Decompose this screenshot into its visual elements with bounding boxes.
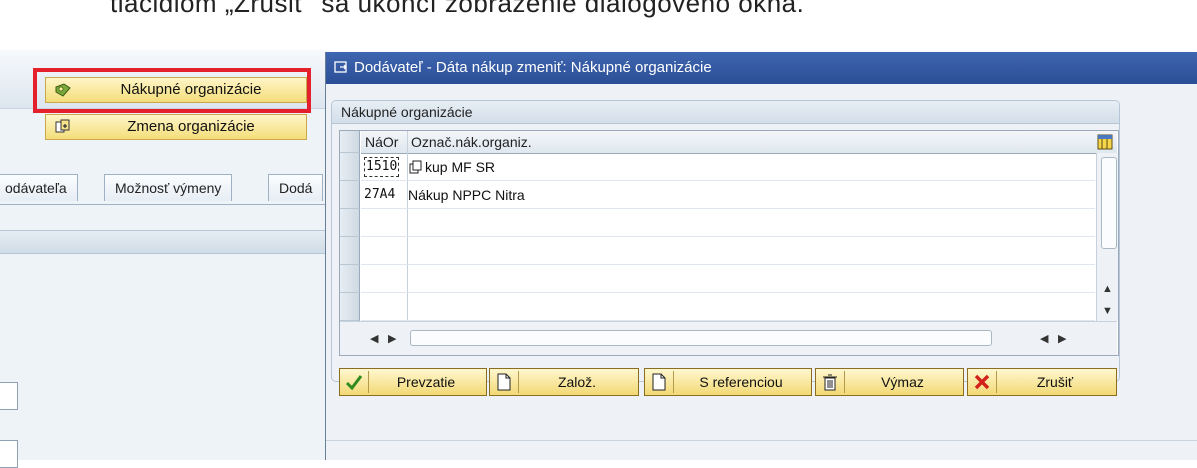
scroll-down-icon[interactable]: ▼ xyxy=(1102,305,1113,317)
scroll-right-icon[interactable]: ▶ xyxy=(388,332,396,345)
window-icon xyxy=(334,61,347,73)
scroll-left-icon[interactable]: ◀ xyxy=(370,332,378,345)
column-header-oznac[interactable]: Označ.nák.organiz. xyxy=(411,131,532,153)
trash-icon xyxy=(823,374,837,391)
instruction-caption: tlačidlom „Zrušiť“ sa ukončí zobrazenie … xyxy=(110,0,805,18)
row-selector[interactable] xyxy=(340,237,360,265)
button-separator xyxy=(844,371,845,393)
group-box-title: Nákupné organizácie xyxy=(332,101,1119,124)
table-row[interactable]: 27A4 Nákup NPPC Nitra xyxy=(361,181,1095,209)
row-selector[interactable] xyxy=(340,153,360,181)
create-button-label: Založ. xyxy=(557,374,597,390)
select-all-cell[interactable] xyxy=(340,131,360,153)
checkmark-icon xyxy=(345,375,363,391)
purchasing-org-dialog: Dodávateľ - Dáta nákup zmeniť: Nákupné o… xyxy=(325,52,1197,460)
cancel-button-label: Zrušiť xyxy=(1036,374,1074,390)
cancel-x-icon xyxy=(974,374,990,390)
delete-button-label: Výmaz xyxy=(881,374,924,390)
button-separator xyxy=(673,371,674,393)
org-table: NáOr Označ.nák.organiz. 1510 kup MF SR 2… xyxy=(339,130,1119,356)
menu-item-zmena-organizacie[interactable]: Zmena organizácie xyxy=(45,114,307,140)
table-settings-icon[interactable] xyxy=(1097,134,1113,150)
button-separator xyxy=(996,371,997,393)
cell-name[interactable]: Nákup NPPC Nitra xyxy=(408,181,525,209)
row-selector[interactable] xyxy=(340,265,360,293)
cell-code[interactable]: 1510 xyxy=(364,157,400,177)
row-selector[interactable] xyxy=(340,209,360,237)
red-highlight-box xyxy=(33,68,311,113)
scroll-right-icon[interactable]: ▶ xyxy=(1058,332,1066,345)
table-row-empty[interactable] xyxy=(361,293,1095,321)
dialog-bottom-divider xyxy=(326,440,1197,441)
accept-button[interactable]: Prevzatie xyxy=(339,368,487,396)
vertical-scroll-thumb[interactable] xyxy=(1101,157,1117,249)
row-selector[interactable] xyxy=(340,293,360,321)
scroll-up-icon[interactable]: ▲ xyxy=(1102,283,1113,295)
cancel-button[interactable]: Zrušiť xyxy=(967,368,1117,396)
scroll-left-icon[interactable]: ◀ xyxy=(1040,332,1048,345)
table-row-empty[interactable] xyxy=(361,237,1095,265)
menu-item-label: Zmena organizácie xyxy=(127,118,255,135)
create-button[interactable]: Založ. xyxy=(489,368,639,396)
tab-dodavatela[interactable]: odávateľa xyxy=(0,174,78,201)
row-selector[interactable] xyxy=(340,181,360,209)
background-input-field-2[interactable] xyxy=(0,440,18,468)
tab-dodavatel-more[interactable]: Dodá xyxy=(268,174,324,201)
with-reference-button-label: S referenciou xyxy=(699,374,783,390)
cell-name[interactable]: kup MF SR xyxy=(425,153,495,181)
delete-button[interactable]: Výmaz xyxy=(815,368,964,396)
dialog-title: Dodávateľ - Dáta nákup zmeniť: Nákupné o… xyxy=(354,59,712,76)
copy-icon xyxy=(409,160,422,174)
horizontal-scrollbar[interactable]: ◀ ▶ ◀ ▶ xyxy=(340,321,1117,355)
button-separator xyxy=(518,371,519,393)
group-box-title-text: Nákupné organizácie xyxy=(341,104,473,120)
background-input-field[interactable] xyxy=(0,382,18,410)
change-org-icon xyxy=(55,119,70,133)
dialog-title-bar[interactable]: Dodávateľ - Dáta nákup zmeniť: Nákupné o… xyxy=(326,52,1197,84)
table-header: NáOr Označ.nák.organiz. xyxy=(361,131,1117,154)
table-row-empty[interactable] xyxy=(361,265,1095,293)
cell-code[interactable]: 27A4 xyxy=(364,181,395,209)
accept-button-label: Prevzatie xyxy=(396,374,456,390)
horizontal-scroll-thumb[interactable] xyxy=(410,330,992,346)
table-row-empty[interactable] xyxy=(361,209,1095,237)
tab-moznost-vymeny[interactable]: Možnosť výmeny xyxy=(104,174,233,201)
new-document-icon xyxy=(497,373,511,391)
background-section-header xyxy=(0,230,330,254)
table-row[interactable]: 1510 kup MF SR xyxy=(361,153,1095,181)
column-header-naor[interactable]: NáOr xyxy=(365,131,398,153)
button-separator xyxy=(368,371,369,393)
with-reference-button[interactable]: S referenciou xyxy=(644,368,812,396)
vertical-scrollbar[interactable]: ▲ ▼ xyxy=(1096,153,1118,321)
new-document-icon xyxy=(652,373,666,391)
